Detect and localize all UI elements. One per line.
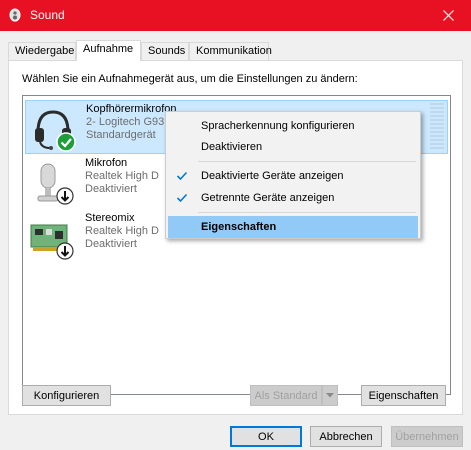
tab-kommunikation[interactable]: Kommunikation bbox=[189, 42, 272, 60]
menu-item-disable[interactable]: Deaktivieren bbox=[168, 136, 418, 158]
device-status: Deaktiviert bbox=[85, 238, 137, 250]
menu-item-show-disabled[interactable]: Deaktivierte Geräte anzeigen bbox=[168, 165, 418, 187]
tab-aufnahme[interactable]: Aufnahme bbox=[76, 40, 141, 61]
device-status: Standardgerät bbox=[86, 129, 156, 141]
tab-wiedergabe[interactable]: Wiedergabe bbox=[8, 42, 76, 60]
window-title: Sound bbox=[30, 8, 65, 22]
circuit-board-icon bbox=[30, 224, 74, 260]
properties-button[interactable]: Eigenschaften bbox=[361, 385, 446, 406]
speaker-app-icon bbox=[9, 8, 21, 22]
device-status: Deaktiviert bbox=[85, 183, 137, 195]
menu-separator bbox=[198, 161, 416, 162]
menu-separator bbox=[198, 212, 416, 213]
checkmark-icon bbox=[176, 171, 188, 181]
context-menu: Spracherkennung konfigurieren Deaktivier… bbox=[165, 111, 421, 239]
apply-button[interactable]: Übernehmen bbox=[391, 426, 463, 447]
down-arrow-badge-icon bbox=[56, 187, 74, 205]
microphone-icon bbox=[37, 163, 74, 205]
cancel-button[interactable]: Abbrechen bbox=[310, 426, 382, 447]
title-bar: Sound bbox=[0, 0, 471, 31]
close-button[interactable] bbox=[425, 0, 471, 31]
set-default-dropdown[interactable] bbox=[322, 385, 338, 406]
check-badge-icon bbox=[56, 132, 76, 152]
checkmark-icon bbox=[176, 193, 188, 203]
device-name: Stereomix bbox=[85, 212, 135, 224]
device-name: Mikrofon bbox=[85, 157, 128, 169]
down-arrow-badge-icon bbox=[56, 242, 74, 260]
configure-button[interactable]: Konfigurieren bbox=[22, 385, 111, 406]
instruction-text: Wählen Sie ein Aufnahmegerät aus, um die… bbox=[22, 73, 358, 85]
device-detail: 2- Logitech G93 bbox=[86, 116, 165, 128]
set-default-button[interactable]: Als Standard bbox=[250, 385, 322, 406]
headset-icon bbox=[35, 110, 76, 152]
device-name: Kopfhörermikrofon bbox=[86, 103, 177, 115]
menu-item-show-disconnected[interactable]: Getrennte Geräte anzeigen bbox=[168, 187, 418, 209]
menu-item-speech-recognition[interactable]: Spracherkennung konfigurieren bbox=[168, 115, 418, 137]
device-detail: Realtek High D bbox=[85, 170, 159, 182]
chevron-down-icon bbox=[326, 393, 334, 398]
close-icon bbox=[442, 10, 454, 21]
ok-button[interactable]: OK bbox=[230, 426, 302, 447]
level-meter bbox=[430, 103, 444, 151]
device-detail: Realtek High D bbox=[85, 225, 159, 237]
tab-sounds[interactable]: Sounds bbox=[141, 42, 189, 60]
menu-item-properties[interactable]: Eigenschaften bbox=[168, 216, 418, 238]
